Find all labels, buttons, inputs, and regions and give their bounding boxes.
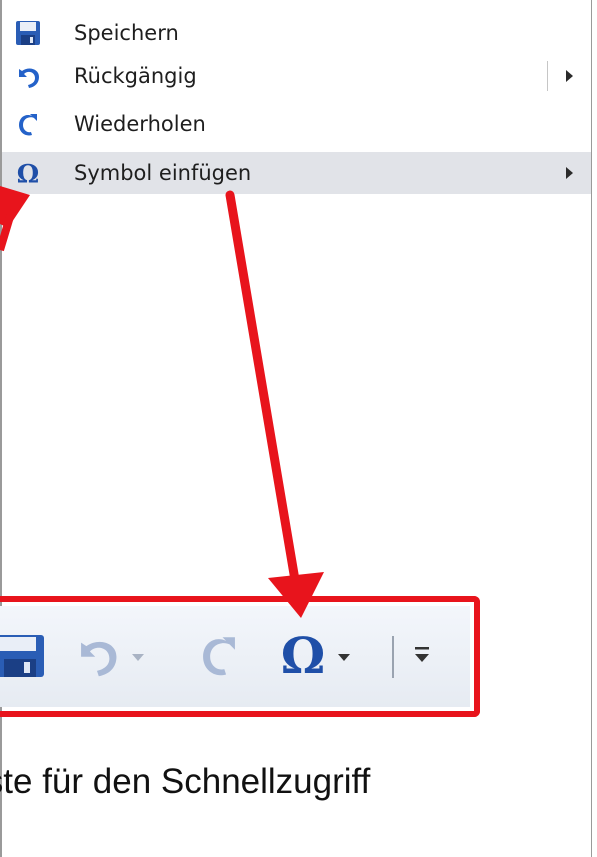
menu-item-label: Speichern: [74, 21, 179, 45]
context-menu: Speichern Rückgängig Wiederholen Ω Symbo…: [0, 0, 593, 857]
redo-icon: [14, 110, 42, 138]
menu-item-label: Wiederholen: [74, 112, 206, 136]
submenu-arrow-icon[interactable]: [566, 167, 573, 179]
caption-text: iste für den Schnellzugriff: [0, 762, 592, 802]
menu-item-symbol-einfuegen[interactable]: Ω Symbol einfügen: [2, 152, 591, 194]
highlight-box: [0, 596, 480, 717]
undo-icon: [14, 62, 42, 90]
menu-item-rueckgaengig[interactable]: Rückgängig: [2, 55, 591, 97]
save-icon: [14, 19, 42, 47]
menu-item-label: Symbol einfügen: [74, 161, 252, 185]
menu-item-wiederholen[interactable]: Wiederholen: [2, 103, 591, 145]
caption-label: iste für den Schnellzugriff: [0, 762, 371, 801]
submenu-separator: [547, 61, 548, 91]
submenu-arrow-icon[interactable]: [566, 70, 573, 82]
menu-item-speichern[interactable]: Speichern: [2, 12, 591, 54]
omega-symbol-icon: Ω: [14, 159, 42, 187]
menu-right-border: [591, 0, 592, 857]
svg-text:Ω: Ω: [17, 159, 39, 187]
menu-item-label: Rückgängig: [74, 64, 197, 88]
